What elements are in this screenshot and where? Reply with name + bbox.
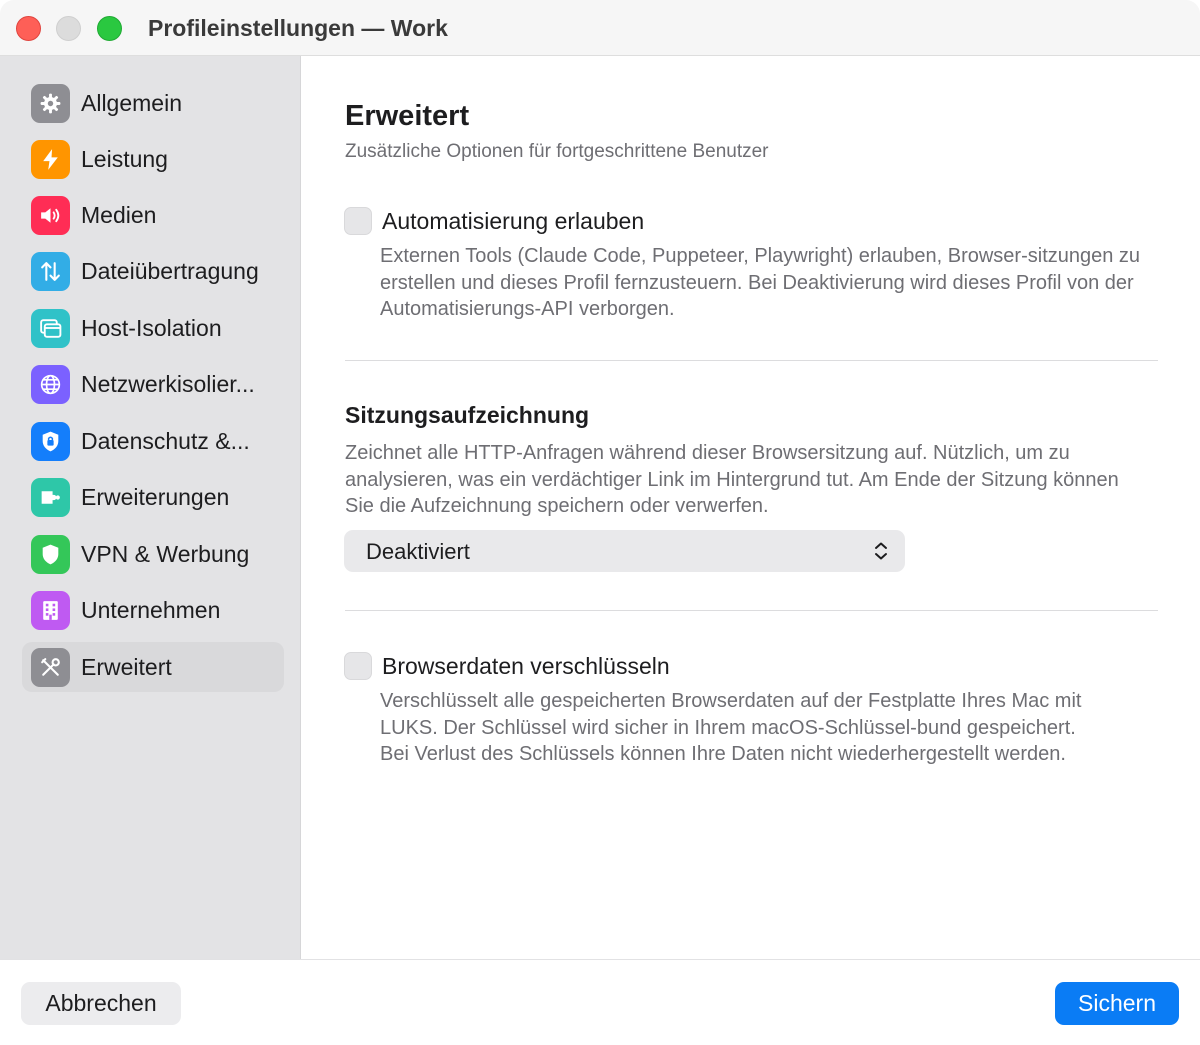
sidebar-item-label: Dateiübertragung: [81, 258, 259, 284]
footer-bar: Abbrechen Sichern: [0, 959, 1200, 1045]
sidebar-item-host-isolation[interactable]: Host-Isolation: [22, 303, 284, 353]
recording-select[interactable]: Deaktiviert: [344, 530, 905, 572]
sidebar-item-label: Unternehmen: [81, 597, 221, 623]
recording-section-title: Sitzungsaufzeichnung: [345, 402, 590, 428]
recording-description: Zeichnet alle HTTP-Anfragen während dies…: [345, 442, 1119, 517]
sidebar-item-erweiterungen[interactable]: Erweiterungen: [22, 472, 284, 522]
sidebar-item-medien[interactable]: Medien: [22, 190, 284, 240]
gear-icon: [31, 84, 70, 123]
privacy-lock-icon: [31, 422, 70, 461]
automation-label: Automatisierung erlauben: [382, 208, 645, 234]
divider: [345, 610, 1158, 611]
sidebar-item-allgemein[interactable]: Allgemein: [22, 78, 284, 128]
bolt-icon: [31, 140, 70, 179]
speaker-icon: [31, 196, 70, 235]
transfer-arrows-icon: [31, 252, 70, 291]
automation-description: Externen Tools (Claude Code, Puppeteer, …: [380, 245, 1141, 320]
zoom-window-button[interactable]: [97, 16, 122, 41]
main-content: Erweitert Zusätzliche Optionen für fortg…: [302, 56, 1200, 959]
close-window-button[interactable]: [16, 16, 41, 41]
sidebar-item-dateiuebertragung[interactable]: Dateiübertragung: [22, 246, 284, 296]
sidebar: Allgemein Leistung Medien Dateiübertragu…: [0, 56, 301, 959]
sidebar-item-label: Netzwerkisolier...: [81, 371, 255, 397]
sidebar-item-label: Datenschutz &...: [81, 428, 250, 454]
automation-checkbox[interactable]: [344, 207, 372, 235]
page-subtitle: Zusätzliche Optionen für fortgeschritten…: [345, 141, 769, 162]
building-icon: [31, 591, 70, 630]
sidebar-item-label: Erweiterungen: [81, 484, 230, 510]
divider: [345, 360, 1158, 361]
sidebar-item-label: Medien: [81, 202, 157, 228]
encryption-label: Browserdaten verschlüsseln: [382, 653, 670, 679]
chevron-up-down-icon: [875, 542, 887, 560]
encryption-checkbox[interactable]: [344, 652, 372, 680]
tools-icon: [31, 648, 70, 687]
title-bar: Profileinstellungen — Work: [0, 0, 1200, 56]
page-title: Erweitert: [345, 100, 470, 132]
sidebar-item-label: VPN & Werbung: [81, 541, 250, 567]
recording-select-value: Deaktiviert: [366, 539, 470, 564]
extension-icon: [31, 478, 70, 517]
globe-icon: [31, 365, 70, 404]
window-stack-icon: [31, 309, 70, 348]
sidebar-item-label: Leistung: [81, 146, 168, 172]
sidebar-item-leistung[interactable]: Leistung: [22, 134, 284, 184]
save-button[interactable]: Sichern: [1055, 982, 1179, 1025]
cancel-button[interactable]: Abbrechen: [21, 982, 181, 1025]
settings-window: Profileinstellungen — Work Allgemein Lei…: [0, 0, 1200, 1045]
sidebar-item-label: Host-Isolation: [81, 315, 222, 341]
shield-icon: [31, 535, 70, 574]
encryption-description: Verschlüsselt alle gespeicherten Browser…: [380, 690, 1082, 765]
sidebar-item-label: Allgemein: [81, 90, 182, 116]
sidebar-item-datenschutz[interactable]: Datenschutz &...: [22, 416, 284, 466]
sidebar-item-unternehmen[interactable]: Unternehmen: [22, 585, 284, 635]
sidebar-item-label: Erweitert: [81, 654, 172, 680]
sidebar-item-erweitert[interactable]: Erweitert: [22, 642, 284, 692]
window-title: Profileinstellungen — Work: [148, 15, 448, 41]
sidebar-item-vpn-werbung[interactable]: VPN & Werbung: [22, 529, 284, 579]
minimize-window-button[interactable]: [56, 16, 81, 41]
sidebar-item-netzwerkisolierung[interactable]: Netzwerkisolier...: [22, 359, 284, 409]
